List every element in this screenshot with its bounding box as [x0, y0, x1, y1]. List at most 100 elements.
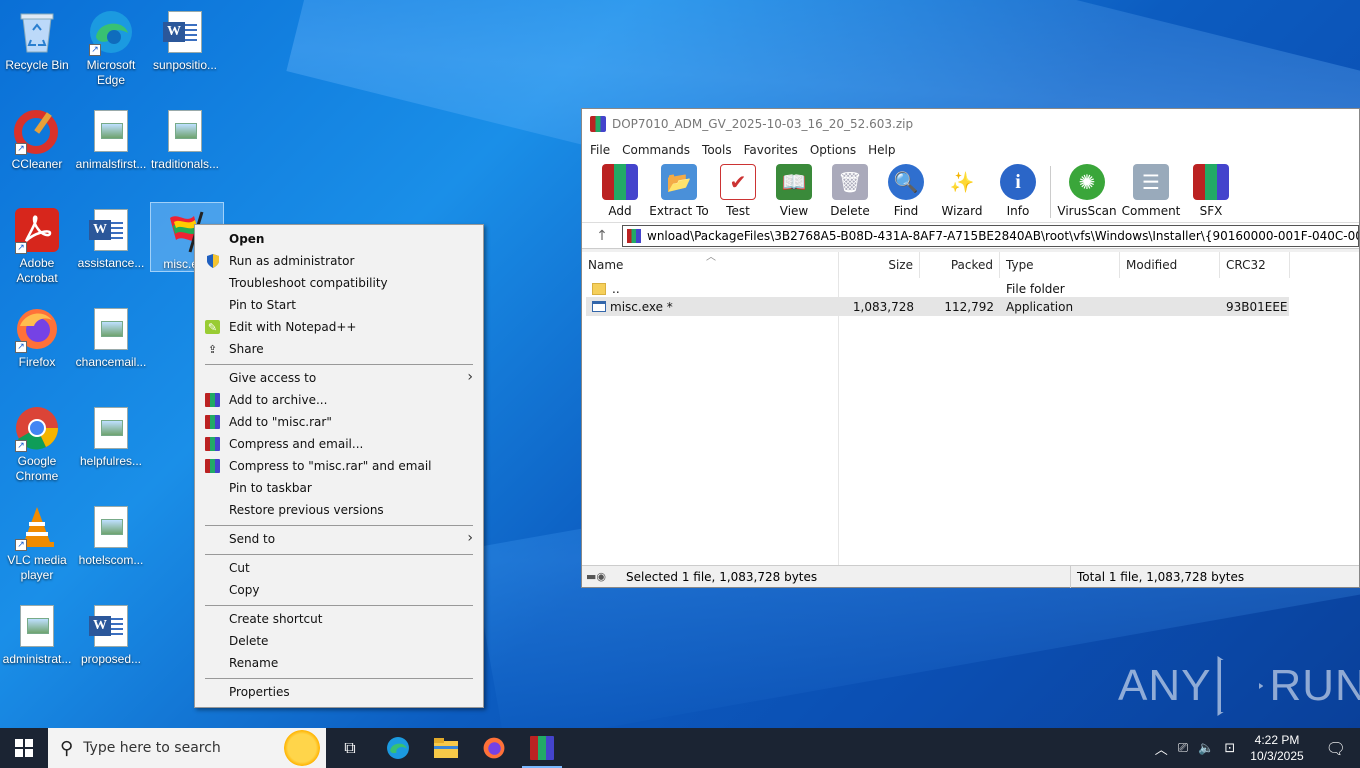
desktop-icon-recycle-bin[interactable]: Recycle Bin — [0, 4, 74, 96]
start-button[interactable] — [0, 728, 48, 768]
toolbar-virusscan-button[interactable]: ✺ VirusScan — [1055, 164, 1119, 222]
toolbar-extract-button[interactable]: 📂 Extract To — [648, 164, 710, 222]
taskbar-firefox-button[interactable] — [470, 728, 518, 768]
toolbar-wizard-button[interactable]: ✨ Wizard — [934, 164, 990, 222]
menu-item-label: Share — [229, 342, 264, 356]
toolbar-comment-button[interactable]: ☰ Comment — [1119, 164, 1183, 222]
menu-item-give-access[interactable]: Give access to › — [195, 367, 483, 389]
chrome-icon: ↗ — [13, 404, 61, 452]
desktop-icon-traditionals[interactable]: traditionals... — [148, 103, 222, 195]
menu-item-create-shortcut[interactable]: Create shortcut — [195, 608, 483, 630]
toolbar-find-button[interactable]: 🔍 Find — [878, 164, 934, 222]
toolbar-sfx-button[interactable]: SFX — [1183, 164, 1239, 222]
desktop-icon-label: traditionals... — [150, 157, 220, 171]
desktop-icon-proposed[interactable]: W proposed... — [74, 598, 148, 690]
desktop-icon-edge[interactable]: ↗ Microsoft Edge — [74, 4, 148, 96]
menu-item-share[interactable]: ⇪ Share — [195, 338, 483, 360]
toolbar-label: Delete — [830, 204, 870, 218]
toolbar-delete-button[interactable]: 🗑 Delete — [822, 164, 878, 222]
desktop-icon-sunposition[interactable]: W sunpositio... — [148, 4, 222, 96]
desktop-icon-chrome[interactable]: ↗ Google Chrome — [0, 400, 74, 492]
column-packed[interactable]: Packed — [920, 252, 1000, 278]
menu-item-properties[interactable]: Properties — [195, 681, 483, 703]
recycle-bin-icon — [13, 8, 61, 56]
column-modified[interactable]: Modified — [1120, 252, 1220, 278]
shortcut-arrow-icon: ↗ — [15, 242, 27, 254]
desktop-icon-administrat[interactable]: administrat... — [0, 598, 74, 690]
desktop-icon-hotelscom[interactable]: hotelscom... — [74, 499, 148, 591]
toolbar-label: Comment — [1121, 204, 1181, 218]
column-size[interactable]: Size — [839, 252, 920, 278]
word-document-icon: W — [87, 206, 135, 254]
menu-item-open[interactable]: Open — [195, 228, 483, 250]
chevron-right-icon: › — [467, 530, 473, 546]
winrar-icon — [205, 459, 220, 473]
menu-item-pin-to-taskbar[interactable]: Pin to taskbar — [195, 477, 483, 499]
column-label: Packed — [950, 258, 993, 272]
toolbar-test-button[interactable]: ✔ Test — [710, 164, 766, 222]
taskbar-search-box[interactable]: ⚲ Type here to search — [48, 728, 326, 768]
column-type[interactable]: Type — [1000, 252, 1120, 278]
volume-icon[interactable]: 🔈 — [1193, 741, 1219, 756]
menu-item-edit-notepadpp[interactable]: ✎ Edit with Notepad++ — [195, 316, 483, 338]
menu-item-rename[interactable]: Rename — [195, 652, 483, 674]
network-icon[interactable]: ⊡ — [1219, 741, 1240, 756]
menu-tools[interactable]: Tools — [696, 143, 738, 157]
archive-path-field[interactable]: wnload\PackageFiles\3B2768A5-B08D-431A-8… — [622, 224, 1359, 247]
taskbar-clock[interactable]: 4:22 PM 10/3/2025 — [1240, 732, 1313, 764]
taskbar-edge-button[interactable] — [374, 728, 422, 768]
toolbar-info-button[interactable]: i Info — [990, 164, 1046, 222]
taskbar-winrar-button[interactable] — [518, 728, 566, 768]
column-crc32[interactable]: CRC32 — [1220, 252, 1290, 278]
desktop-icon-chancemail[interactable]: chancemail... — [74, 301, 148, 393]
desktop-icon-helpfulres[interactable]: helpfulres... — [74, 400, 148, 492]
toolbar-label: Extract To — [649, 204, 709, 218]
notepadpp-icon: ✎ — [205, 320, 220, 334]
menu-item-restore-versions[interactable]: Restore previous versions — [195, 499, 483, 521]
task-view-button[interactable]: ⧉ — [326, 728, 374, 768]
toolbar-label: View — [779, 204, 809, 218]
toolbar-add-button[interactable]: Add — [592, 164, 648, 222]
desktop-icon-label: chancemail... — [75, 355, 147, 369]
sfx-box-icon — [1193, 164, 1229, 200]
menu-item-compress-email[interactable]: Compress and email... — [195, 433, 483, 455]
menu-item-send-to[interactable]: Send to › — [195, 528, 483, 550]
menu-commands[interactable]: Commands — [616, 143, 696, 157]
winrar-icon — [205, 415, 220, 429]
menu-item-add-to-misc-rar[interactable]: Add to "misc.rar" — [195, 411, 483, 433]
menu-options[interactable]: Options — [804, 143, 862, 157]
menu-item-delete[interactable]: Delete — [195, 630, 483, 652]
taskbar-file-explorer-button[interactable] — [422, 728, 470, 768]
toolbar-view-button[interactable]: 📖 View — [766, 164, 822, 222]
shortcut-arrow-icon: ↗ — [15, 539, 27, 551]
menu-help[interactable]: Help — [862, 143, 901, 157]
winrar-titlebar[interactable]: DOP7010_ADM_GV_2025-10-03_16_20_52.603.z… — [582, 109, 1359, 139]
chevron-up-icon[interactable]: ︿ — [1150, 739, 1173, 758]
desktop-icon-ccleaner[interactable]: ↗ CCleaner — [0, 103, 74, 195]
winrar-title: DOP7010_ADM_GV_2025-10-03_16_20_52.603.z… — [612, 117, 914, 131]
menu-item-copy[interactable]: Copy — [195, 579, 483, 601]
desktop-icon-firefox[interactable]: ↗ Firefox — [0, 301, 74, 393]
menu-file[interactable]: File — [584, 143, 616, 157]
menu-item-pin-to-start[interactable]: Pin to Start — [195, 294, 483, 316]
desktop-icon-assistance[interactable]: W assistance... — [74, 202, 148, 294]
notifications-icon[interactable]: 🗨 — [1314, 739, 1360, 758]
file-type: File folder — [1006, 281, 1065, 296]
windows-logo-icon — [15, 739, 33, 757]
desktop-icon-vlc[interactable]: ↗ VLC media player — [0, 499, 74, 591]
desktop-icon-animalsfirst[interactable]: animalsfirst... — [74, 103, 148, 195]
menu-item-add-to-archive[interactable]: Add to archive... — [195, 389, 483, 411]
menu-item-cut[interactable]: Cut — [195, 557, 483, 579]
desktop-icon-acrobat[interactable]: ↗ Adobe Acrobat — [0, 202, 74, 294]
menu-item-troubleshoot[interactable]: Troubleshoot compatibility — [195, 272, 483, 294]
meet-now-icon[interactable]: ⎚ — [1173, 741, 1193, 756]
menu-item-compress-to-misc-rar-email[interactable]: Compress to "misc.rar" and email — [195, 455, 483, 477]
column-name[interactable]: Name ︿ — [582, 252, 839, 278]
up-arrow-icon[interactable]: ↑ — [582, 228, 622, 244]
column-label: Size — [888, 258, 913, 272]
menu-item-run-as-admin[interactable]: Run as administrator — [195, 250, 483, 272]
desktop-icon-label: VLC media player — [7, 553, 67, 582]
menu-favorites[interactable]: Favorites — [738, 143, 804, 157]
system-tray: ︿ ⎚ 🔈 ⊡ 4:22 PM 10/3/2025 🗨 — [1150, 728, 1360, 768]
task-view-icon: ⧉ — [344, 738, 356, 757]
